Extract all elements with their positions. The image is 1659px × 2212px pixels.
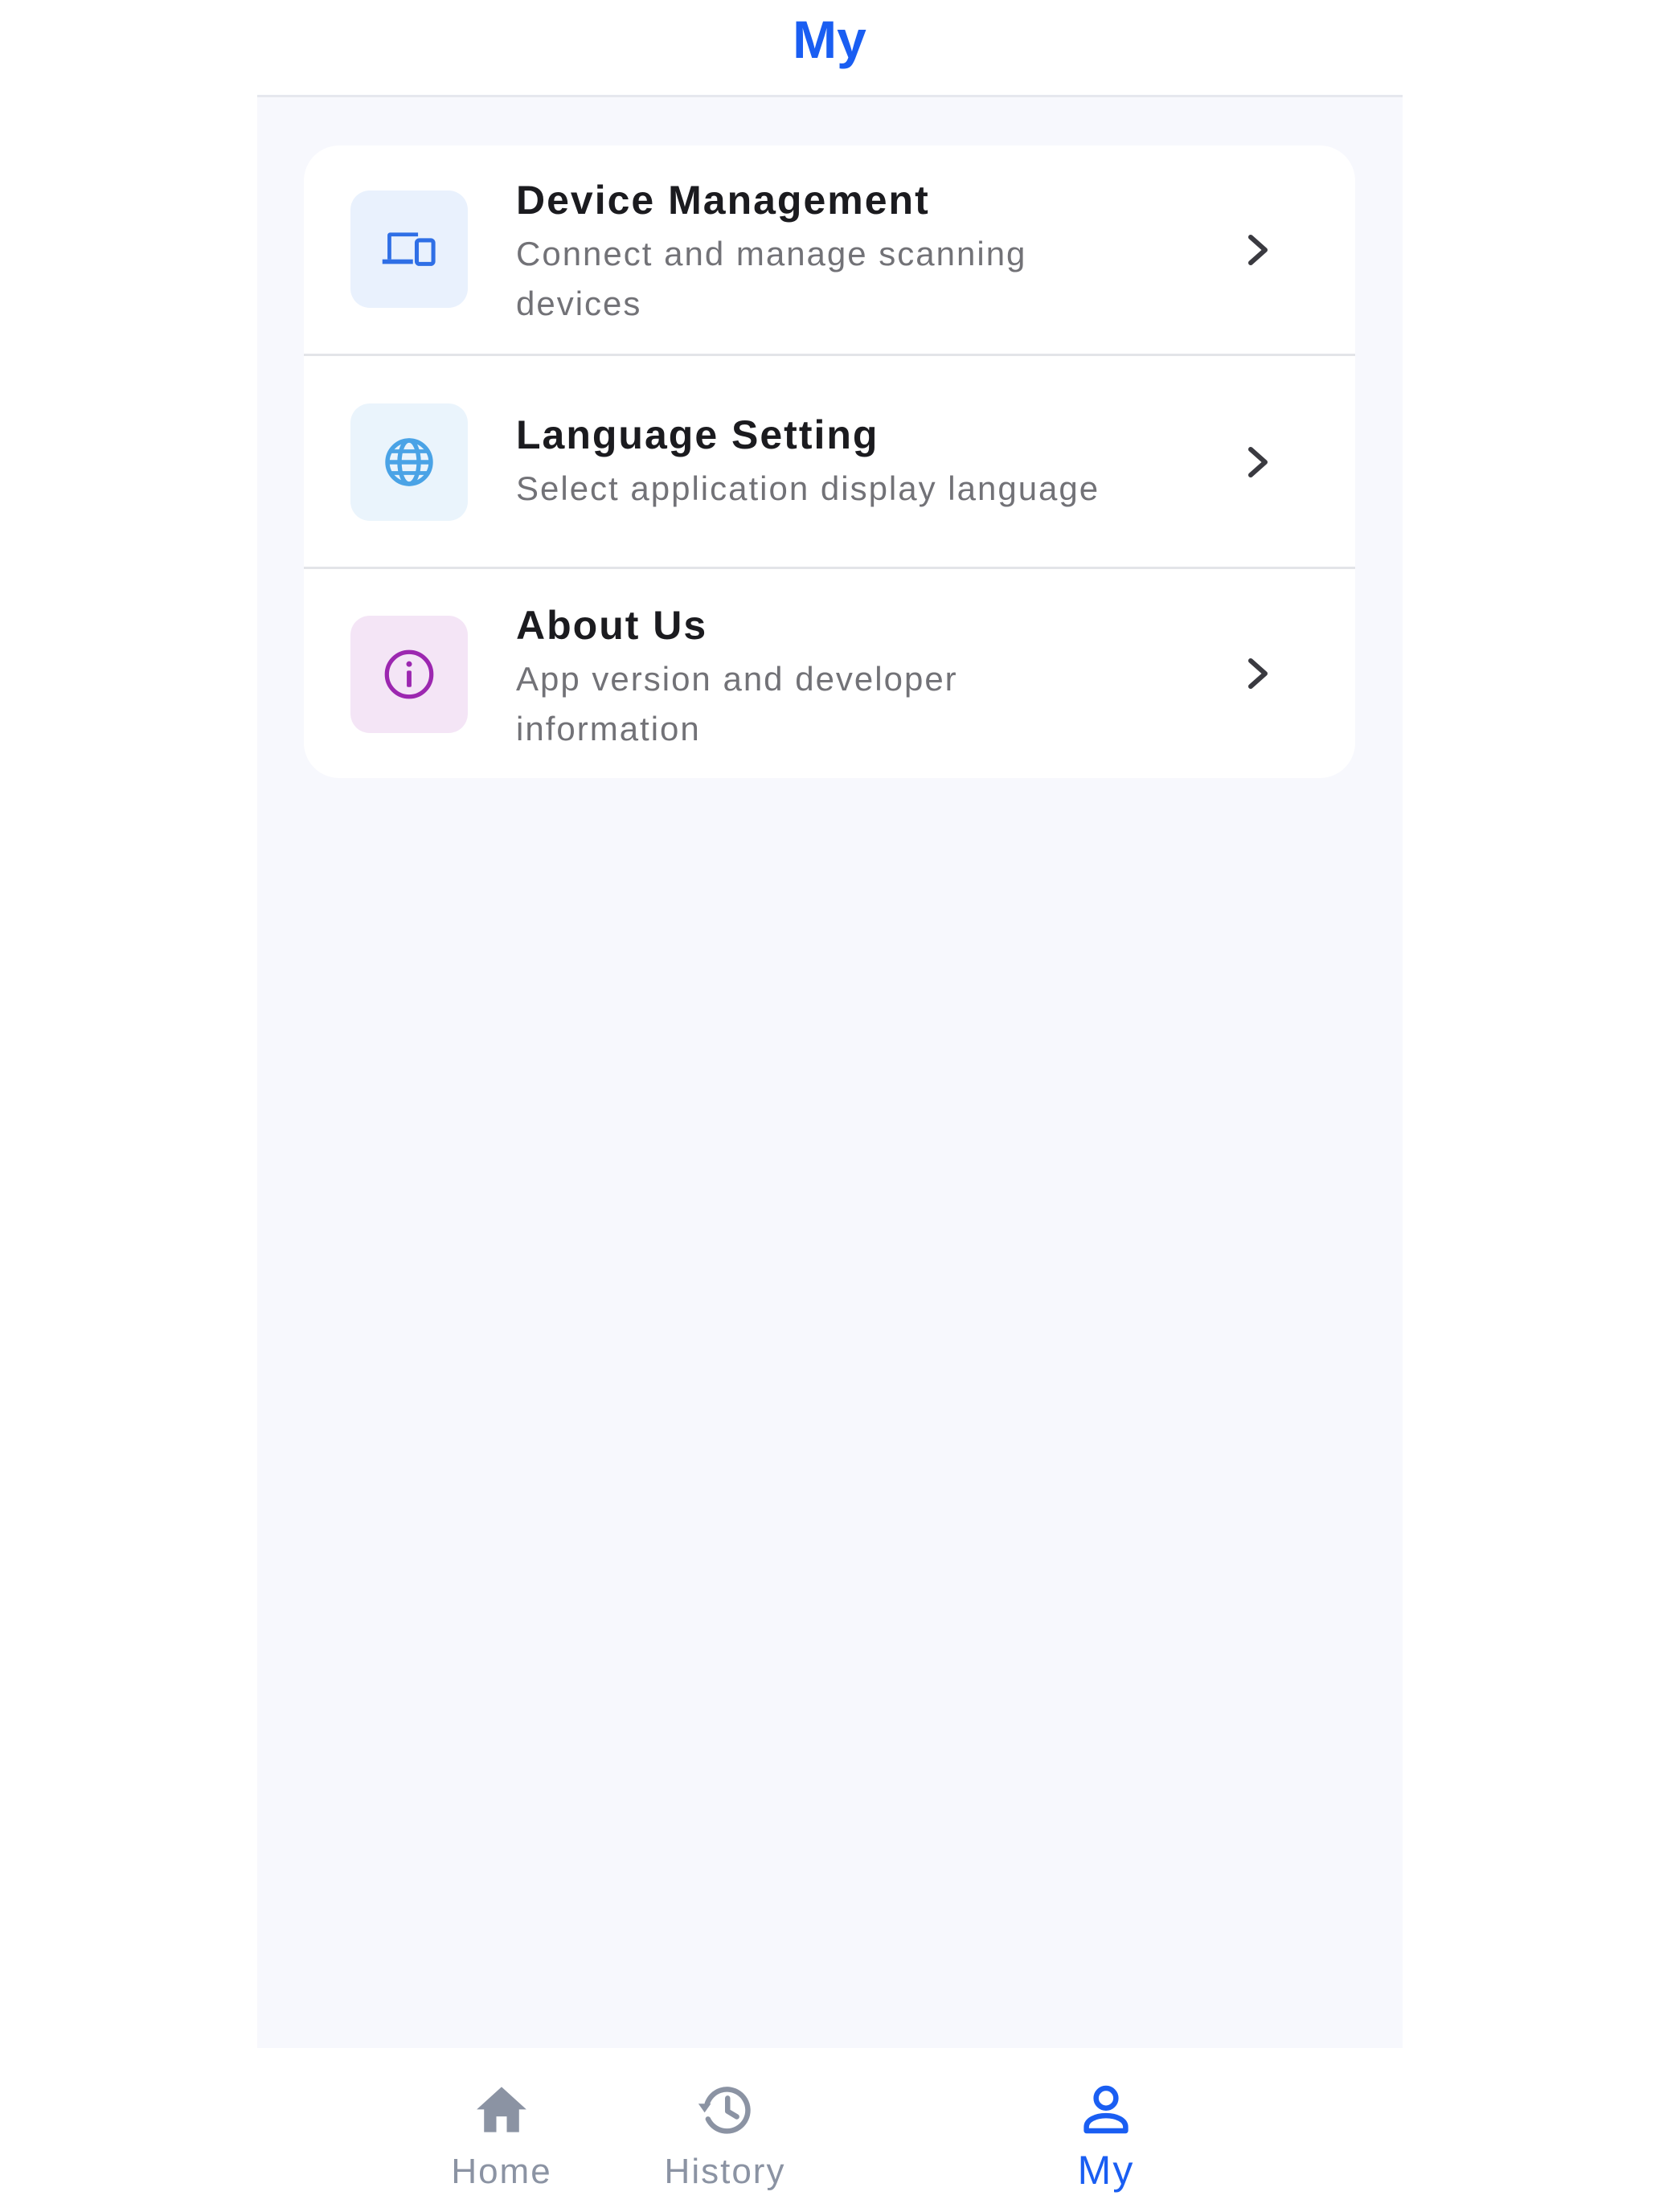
bottom-nav: Home History My [257, 2048, 1403, 2212]
settings-card: Device Management Connect and manage sca… [304, 145, 1355, 778]
content-area: Device Management Connect and manage sca… [257, 95, 1403, 2048]
tab-my-label: My [1077, 2148, 1135, 2193]
history-icon [698, 2087, 751, 2134]
chevron-right-icon [1248, 658, 1268, 689]
device-management-icon-box [350, 190, 468, 308]
page-title: My [793, 10, 866, 69]
device-management-text: Device Management Connect and manage sca… [516, 176, 1159, 329]
about-us-subtitle: App version and developer information [516, 660, 958, 748]
app-screen: My Device Management Connect and manage … [0, 0, 1659, 2212]
devices-icon [382, 232, 436, 266]
chevron-right-icon [1248, 235, 1268, 265]
device-management-item[interactable]: Device Management Connect and manage sca… [304, 145, 1355, 356]
info-icon [384, 649, 434, 699]
language-setting-title: Language Setting [516, 412, 879, 457]
language-setting-text: Language Setting Select application disp… [516, 411, 1159, 514]
about-us-icon-box [350, 616, 468, 733]
tab-my[interactable]: My [969, 2048, 1243, 2212]
tab-history[interactable]: History [588, 2048, 862, 2212]
tab-history-label: History [664, 2152, 786, 2191]
language-setting-item[interactable]: Language Setting Select application disp… [304, 356, 1355, 569]
device-management-subtitle: Connect and manage scanning devices [516, 235, 1027, 322]
person-icon [1083, 2085, 1129, 2134]
about-us-title: About Us [516, 603, 708, 648]
chevron-right-icon [1248, 447, 1268, 477]
about-us-text: About Us App version and developer infor… [516, 601, 1159, 754]
globe-icon [385, 438, 433, 486]
about-us-item[interactable]: About Us App version and developer infor… [304, 569, 1355, 778]
page-header: My [0, 0, 1659, 95]
language-setting-icon-box [350, 403, 468, 521]
language-setting-subtitle: Select application display language [516, 469, 1100, 507]
device-management-title: Device Management [516, 178, 930, 223]
home-icon [477, 2087, 526, 2132]
